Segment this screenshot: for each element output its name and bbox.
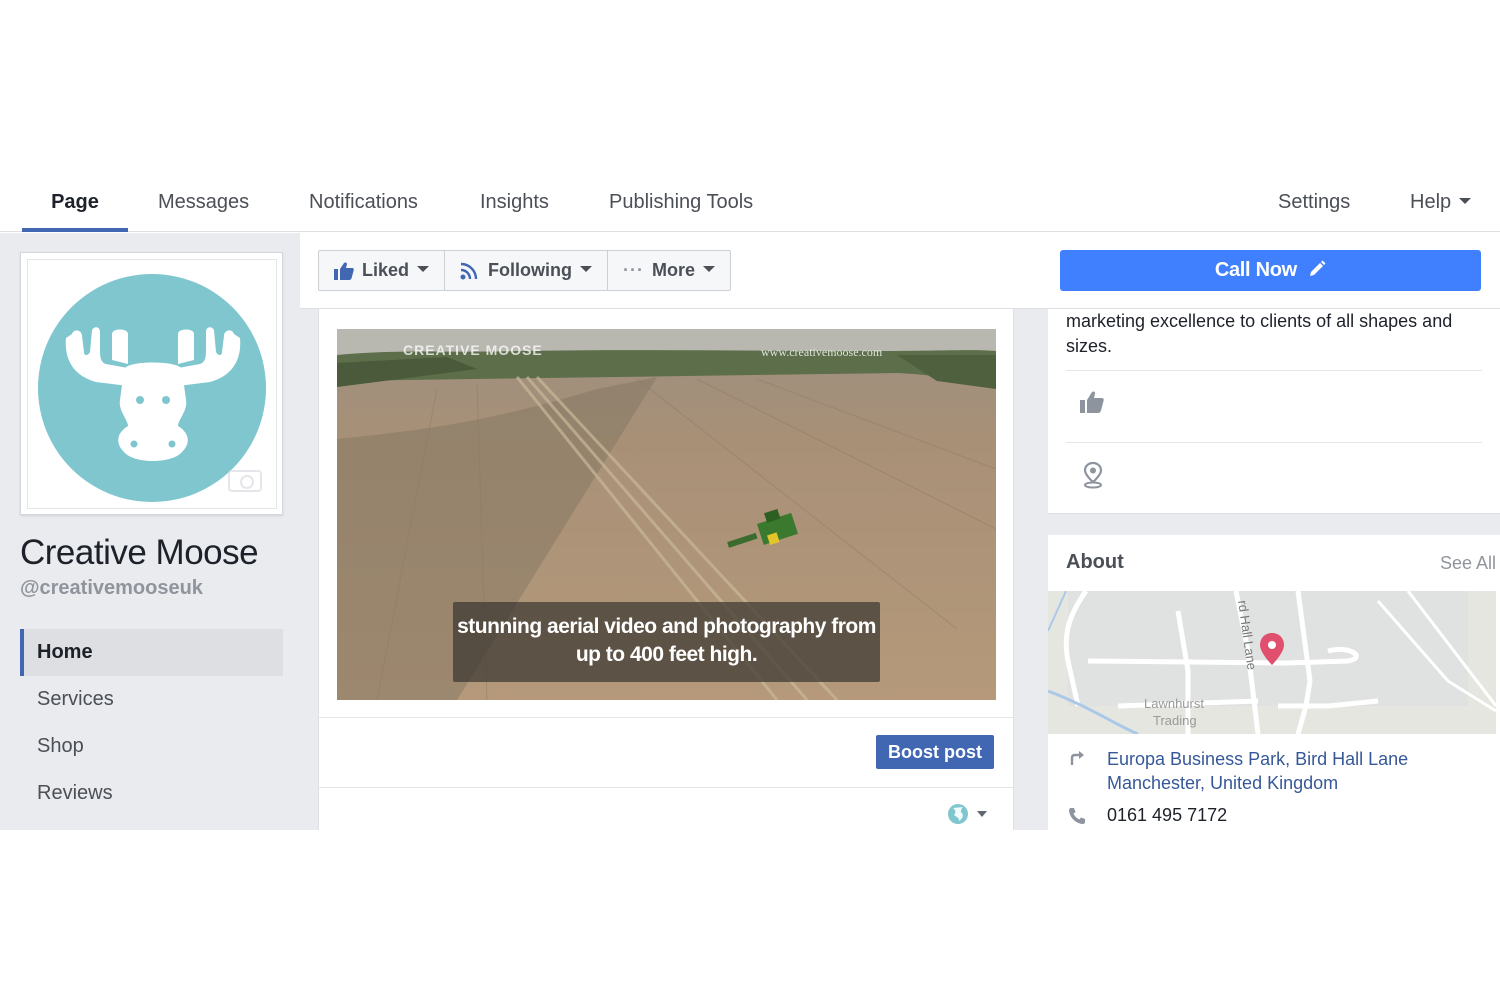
more-label: More bbox=[651, 260, 695, 280]
info-card: marketing excellence to clients of all s… bbox=[1048, 309, 1500, 514]
address-line-1: Europa Business Park, Bird Hall Lane bbox=[1107, 749, 1409, 769]
page-actions-group: Liked Following ··· More bbox=[318, 250, 731, 291]
tab-settings[interactable]: Settings bbox=[1278, 160, 1350, 232]
chevron-down-icon bbox=[1459, 197, 1472, 204]
video-watermark-url: www.creativemoose.com bbox=[761, 345, 883, 359]
rss-feed-icon bbox=[460, 262, 478, 279]
thumbs-up-icon bbox=[1080, 391, 1104, 413]
phone-icon bbox=[1069, 808, 1085, 824]
boost-post-button[interactable]: Boost post bbox=[876, 735, 994, 769]
left-column: Creative Moose @creativemooseuk Home Ser… bbox=[0, 233, 300, 830]
map-area-label-line2: Trading bbox=[1153, 713, 1197, 728]
see-all-link[interactable]: See All bbox=[1440, 553, 1496, 574]
page-title: Creative Moose bbox=[20, 533, 259, 572]
tab-notifications[interactable]: Notifications bbox=[309, 160, 418, 232]
liked-button[interactable]: Liked bbox=[319, 251, 446, 290]
sidebar-item-shop[interactable]: Shop bbox=[20, 723, 283, 770]
help-label: Help bbox=[1410, 191, 1452, 213]
post-video[interactable]: CREATIVE MOOSE www.creativemoose.com stu… bbox=[337, 329, 996, 700]
main-area: Creative Moose @creativemooseuk Home Ser… bbox=[0, 233, 1500, 830]
address-link[interactable]: Europa Business Park, Bird Hall Lane Man… bbox=[1107, 747, 1408, 795]
tab-insights[interactable]: Insights bbox=[480, 160, 549, 232]
tab-publishing-tools[interactable]: Publishing Tools bbox=[609, 160, 753, 232]
liked-label: Liked bbox=[362, 260, 410, 280]
call-now-button[interactable]: Call Now bbox=[1060, 250, 1481, 291]
phone-number[interactable]: 0161 495 7172 bbox=[1107, 805, 1227, 826]
divider bbox=[319, 717, 1013, 718]
page-handle[interactable]: @creativemooseuk bbox=[20, 577, 203, 600]
location-map[interactable]: rd Hall Lane Lawnhurst Trading bbox=[1048, 591, 1496, 734]
sidebar-item-services[interactable]: Services bbox=[20, 676, 283, 723]
globe-icon bbox=[948, 804, 987, 824]
audience-selector[interactable] bbox=[947, 802, 991, 826]
more-dots-icon: ··· bbox=[623, 260, 644, 280]
page-top-nav: Page Messages Notifications Insights Pub… bbox=[0, 160, 1500, 232]
chevron-down-icon bbox=[580, 265, 592, 272]
divider bbox=[1066, 442, 1482, 443]
page-sidebar-nav: Home Services Shop Reviews bbox=[20, 629, 283, 817]
post-card: CREATIVE MOOSE www.creativemoose.com stu… bbox=[318, 309, 1014, 830]
divider bbox=[319, 787, 1013, 788]
video-caption: stunning aerial video and photography fr… bbox=[453, 602, 880, 682]
more-button[interactable]: ··· More bbox=[608, 251, 730, 290]
sidebar-item-home[interactable]: Home bbox=[20, 629, 283, 676]
about-title: About bbox=[1066, 551, 1124, 573]
page-action-bar: Liked Following ··· More Call Now bbox=[300, 233, 1500, 309]
directions-icon bbox=[1070, 751, 1084, 765]
call-now-label: Call Now bbox=[1214, 259, 1297, 281]
thumbs-up-icon bbox=[334, 261, 354, 280]
address-line-2: Manchester, United Kingdom bbox=[1107, 773, 1339, 793]
chevron-down-icon bbox=[417, 265, 430, 272]
about-card: About See All rd Hall Lane Lawnhurst Tra… bbox=[1048, 535, 1500, 830]
page-description: marketing excellence to clients of all s… bbox=[1066, 311, 1453, 356]
profile-picture[interactable] bbox=[20, 252, 283, 515]
profile-picture-inner bbox=[27, 259, 277, 509]
map-area-label-line1: Lawnhurst bbox=[1144, 696, 1204, 711]
chevron-down-icon bbox=[703, 265, 715, 272]
tab-page[interactable]: Page bbox=[22, 160, 128, 232]
map-graphic: rd Hall Lane Lawnhurst Trading bbox=[1048, 591, 1496, 734]
following-button[interactable]: Following bbox=[445, 251, 608, 290]
pencil-icon[interactable] bbox=[1308, 260, 1326, 278]
help-menu[interactable]: Help bbox=[1410, 160, 1472, 232]
location-pin-icon bbox=[1083, 461, 1103, 489]
following-label: Following bbox=[488, 260, 572, 280]
video-watermark-logo: CREATIVE MOOSE bbox=[403, 342, 543, 358]
divider bbox=[1066, 370, 1482, 371]
camera-icon[interactable] bbox=[228, 470, 262, 492]
caption-line-1: stunning aerial video and photography fr… bbox=[457, 615, 876, 638]
caption-line-2: up to 400 feet high. bbox=[575, 643, 758, 666]
tab-messages[interactable]: Messages bbox=[158, 160, 249, 232]
sidebar-item-reviews[interactable]: Reviews bbox=[20, 770, 283, 817]
